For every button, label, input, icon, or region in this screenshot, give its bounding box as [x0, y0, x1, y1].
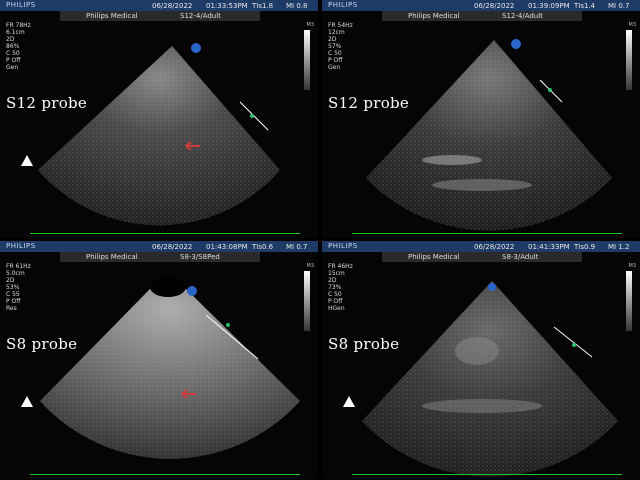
probe-marker-icon — [191, 43, 201, 53]
ultrasound-panel: PHILIPS 06/28/2022 01:39:09PM TIs1.4 MI … — [322, 0, 640, 238]
probe-label: S8 probe — [6, 335, 78, 353]
ultrasound-image — [366, 39, 612, 231]
ultrasound-image — [40, 277, 300, 459]
ultrasound-panel: PHILIPS 06/28/2022 01:41:33PM TIs0.9 MI … — [322, 241, 640, 479]
orientation-icon — [21, 396, 33, 407]
probe-label: S12 probe — [6, 94, 88, 112]
timeline — [352, 233, 622, 234]
ultrasound-panel: PHILIPS 06/28/2022 01:33:53PM TIs1.8 MI … — [0, 0, 318, 238]
probe-marker-icon — [488, 283, 496, 291]
timeline — [30, 233, 300, 234]
orientation-icon — [343, 396, 355, 407]
probe-marker-icon — [187, 286, 197, 296]
ultrasound-panel: PHILIPS 06/28/2022 01:43:08PM TIs0.6 MI … — [0, 241, 318, 479]
ultrasound-image — [362, 281, 618, 477]
grayscale-label: M3 — [306, 22, 315, 28]
grayscale-bar — [304, 271, 310, 331]
grayscale-bar — [304, 30, 310, 90]
probe-label: S8 probe — [328, 335, 400, 353]
focus-marker-icon — [226, 323, 230, 327]
orientation-icon — [21, 155, 33, 166]
timeline — [352, 474, 622, 475]
probe-marker-icon — [511, 39, 521, 49]
depth-scale — [553, 326, 593, 358]
ultrasound-image — [38, 43, 280, 226]
focus-marker-icon — [250, 114, 254, 118]
grayscale-label: M3 — [628, 263, 637, 269]
grayscale-label: M3 — [306, 263, 315, 269]
grayscale-label: M3 — [628, 22, 637, 28]
grayscale-bar — [626, 30, 632, 90]
probe-label: S12 probe — [328, 94, 410, 112]
timeline — [30, 474, 300, 475]
focus-marker-icon — [572, 343, 576, 347]
focus-marker-icon — [548, 88, 552, 92]
grayscale-bar — [626, 271, 632, 331]
